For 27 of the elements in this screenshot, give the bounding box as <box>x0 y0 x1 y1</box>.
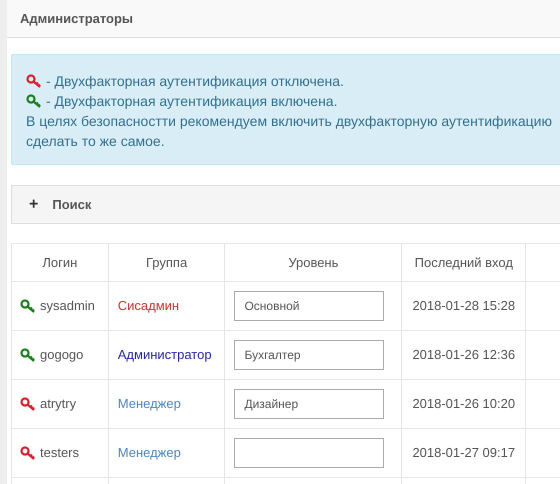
last-login-text: 2018-01-28 15:28 <box>412 298 516 314</box>
login-text: atrytry <box>40 395 76 414</box>
login-text: sysadmin <box>40 297 95 316</box>
search-toggle[interactable]: Поиск <box>52 194 92 214</box>
last-login-text: 2018-01-26 12:36 <box>412 347 516 362</box>
legend-text: - Двухфакторная аутентификация отключена. <box>46 72 344 91</box>
last-login-text: 2018-01-26 10:20 <box>412 396 516 412</box>
column-header: Логин <box>12 244 108 282</box>
group-link[interactable]: Сисадмин <box>118 298 180 314</box>
panel-title: Администраторы <box>20 10 134 28</box>
group-link[interactable]: Менеджер <box>118 445 181 460</box>
column-header: Последний вход <box>402 244 526 282</box>
login-text: testers <box>40 444 80 462</box>
login-text: gogogo <box>40 346 84 364</box>
notice-text: В целях безопасностти рекомендуем включить двухфакторную аутентификацию <box>26 112 552 131</box>
level-field[interactable]: Бухгалтер <box>234 340 384 370</box>
plus-icon[interactable]: + <box>29 192 38 216</box>
column-header: Группа <box>108 244 225 282</box>
group-link[interactable]: Менеджер <box>118 396 181 412</box>
last-login-text: 2018-01-27 09:17 <box>412 445 516 460</box>
column-header: Уровень <box>224 244 402 282</box>
search-panel[interactable]: + Поиск <box>11 185 560 224</box>
level-field[interactable] <box>234 438 384 468</box>
level-field[interactable]: Основной <box>234 291 384 321</box>
level-field[interactable]: Дизайнер <box>234 389 384 419</box>
notice-text: сделать то же самое. <box>26 132 165 151</box>
legend-text: - Двухфакторная аутентификация включена. <box>46 92 338 111</box>
